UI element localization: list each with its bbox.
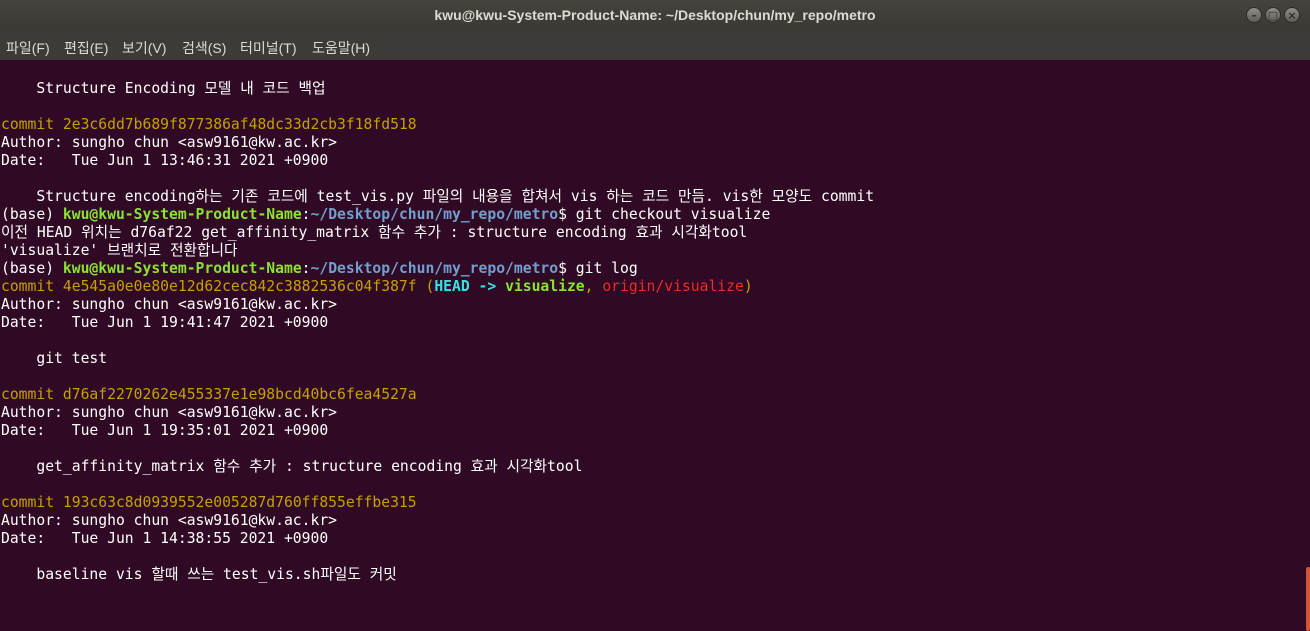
- author-line: Author: sungho chun <asw9161@kw.ac.kr>: [1, 296, 338, 313]
- line-commit-message: get_affinity_matrix 함수 추가 : structure en…: [1, 458, 583, 475]
- window-controls: – □ ×: [1246, 7, 1300, 23]
- window-titlebar[interactable]: kwu@kwu-System-Product-Name: ~/Desktop/c…: [0, 0, 1310, 31]
- scrollbar[interactable]: [1304, 60, 1310, 631]
- prompt-path: ~/Desktop/chun/my_repo/metro: [310, 260, 559, 277]
- date-line: Date: Tue Jun 1 19:35:01 2021 +0900: [1, 422, 329, 439]
- menu-file[interactable]: 파일(F): [6, 38, 50, 58]
- origin-ref: origin/visualize: [602, 278, 744, 295]
- prompt-line: (base) kwu@kwu-System-Product-Name:~/Des…: [1, 260, 638, 277]
- commit-hash: 4e545a0e0e80e12d62cec842c3882536c04f387f: [62, 278, 417, 295]
- prompt-user: kwu@kwu-System-Product-Name: [62, 260, 302, 277]
- menu-help[interactable]: 도움말(H): [312, 38, 370, 58]
- minimize-button[interactable]: –: [1246, 7, 1262, 23]
- terminal-output[interactable]: Structure Encoding 모델 내 코드 백업 commit 2e3…: [0, 60, 1304, 602]
- head-ref: HEAD ->: [434, 278, 506, 295]
- date-line: Date: Tue Jun 1 19:41:47 2021 +0900: [1, 314, 329, 331]
- commit-line: commit 4e545a0e0e80e12d62cec842c3882536c…: [1, 278, 753, 295]
- window-title: kwu@kwu-System-Product-Name: ~/Desktop/c…: [434, 7, 876, 23]
- line-commit-message: git test: [1, 350, 108, 367]
- branch-ref: visualize: [505, 278, 585, 295]
- line-commit-message: Structure encoding하는 기존 코드에 test_vis.py …: [1, 188, 875, 205]
- command: $ git checkout visualize: [558, 206, 771, 223]
- line-commit-message: Structure Encoding 모델 내 코드 백업: [1, 80, 326, 97]
- output-line: 이전 HEAD 위치는 d76af22 get_affinity_matrix …: [1, 224, 748, 241]
- prompt-path: ~/Desktop/chun/my_repo/metro: [310, 206, 559, 223]
- commit-line: commit d76af2270262e455337e1e98bcd40bc6f…: [1, 386, 417, 403]
- commit-hash: 2e3c6dd7b689f877386af48dc33d2cb3f18fd518: [62, 116, 417, 133]
- command: $ git log: [558, 260, 638, 277]
- date-line: Date: Tue Jun 1 14:38:55 2021 +0900: [1, 530, 329, 547]
- menu-view[interactable]: 보기(V): [122, 38, 166, 58]
- scrollbar-thumb[interactable]: [1306, 567, 1310, 631]
- prompt-line: (base) kwu@kwu-System-Product-Name:~/Des…: [1, 206, 771, 223]
- author-line: Author: sungho chun <asw9161@kw.ac.kr>: [1, 134, 338, 151]
- commit-line: commit 2e3c6dd7b689f877386af48dc33d2cb3f…: [1, 116, 417, 133]
- menu-edit[interactable]: 편집(E): [64, 38, 108, 58]
- commit-hash: d76af2270262e455337e1e98bcd40bc6fea4527a: [62, 386, 417, 403]
- author-line: Author: sungho chun <asw9161@kw.ac.kr>: [1, 512, 338, 529]
- date-line: Date: Tue Jun 1 13:46:31 2021 +0900: [1, 152, 329, 169]
- terminal-text: Structure Encoding 모델 내 코드 백업 commit 2e3…: [1, 80, 874, 584]
- output-line: 'visualize' 브랜치로 전환합니다: [1, 242, 238, 259]
- prompt-user: kwu@kwu-System-Product-Name: [62, 206, 302, 223]
- menu-terminal[interactable]: 터미널(T): [240, 38, 297, 58]
- close-button[interactable]: ×: [1284, 7, 1300, 23]
- line-commit-message: baseline vis 할때 쓰는 test_vis.sh파일도 커밋: [1, 566, 397, 583]
- menu-search[interactable]: 검색(S): [182, 38, 226, 58]
- author-line: Author: sungho chun <asw9161@kw.ac.kr>: [1, 404, 338, 421]
- maximize-button[interactable]: □: [1265, 7, 1281, 23]
- commit-hash: 193c63c8d0939552e005287d760ff855effbe315: [62, 494, 417, 511]
- commit-line: commit 193c63c8d0939552e005287d760ff855e…: [1, 494, 417, 511]
- menu-bar: 파일(F) 편집(E) 보기(V) 검색(S) 터미널(T) 도움말(H): [0, 31, 1310, 60]
